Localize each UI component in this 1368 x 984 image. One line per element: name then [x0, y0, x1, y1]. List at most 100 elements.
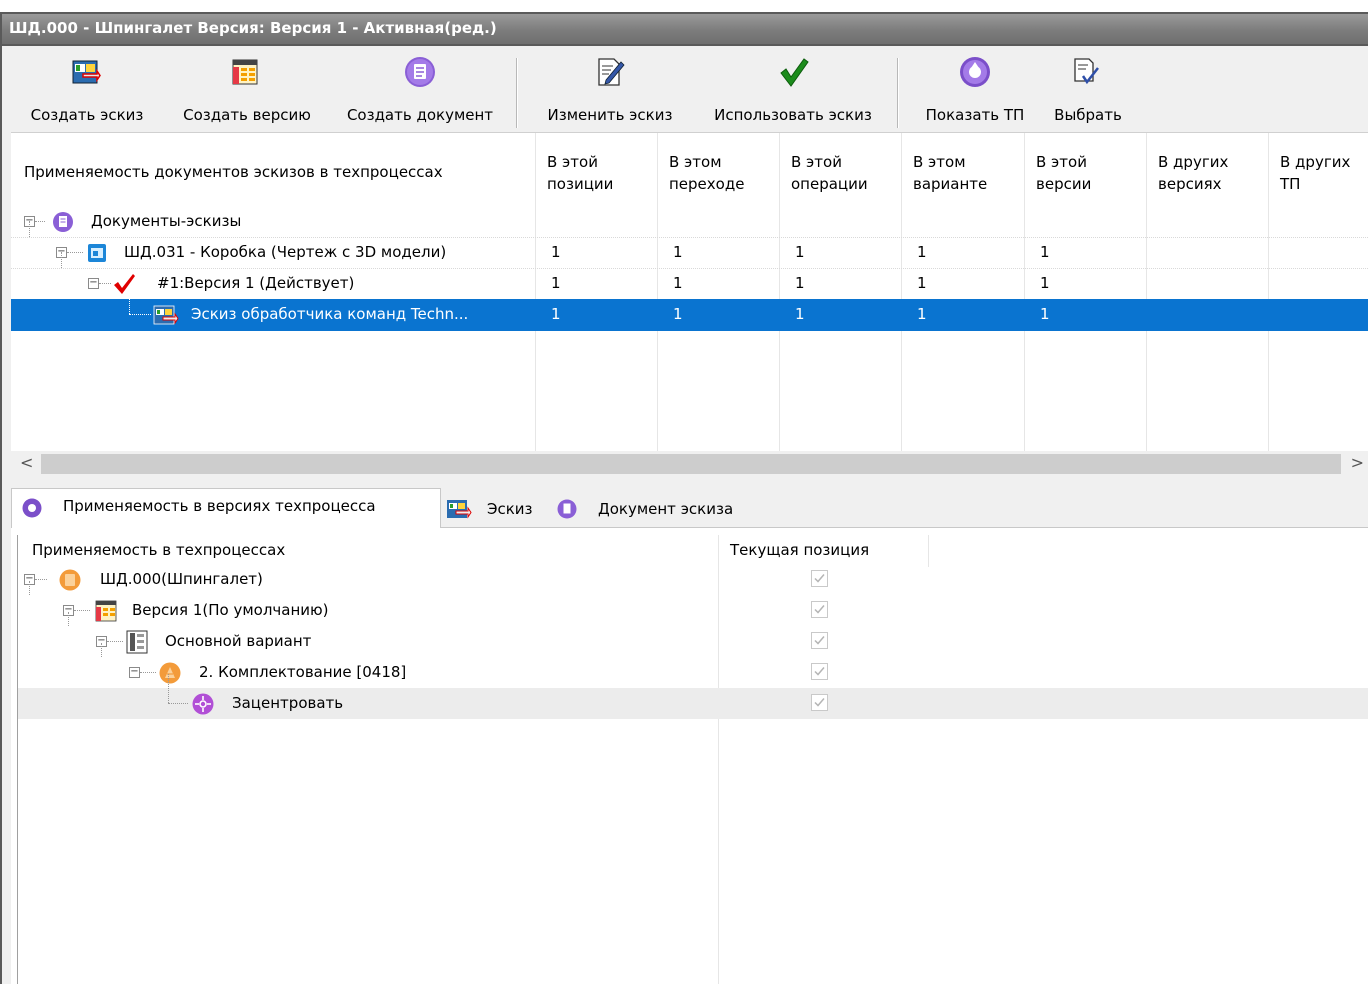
operation-icon — [159, 662, 181, 684]
tab-sketch-document[interactable]: Документ эскиза — [551, 492, 759, 526]
use-sketch-button[interactable]: Использовать эскиз — [695, 46, 891, 132]
create-sketch-label: Создать эскиз — [30, 106, 144, 124]
window-title-bar: ШД.000 - Шпингалет Версия: Версия 1 - Ак… — [0, 12, 1368, 46]
edit-sketch-button[interactable]: Изменить эскиз — [531, 46, 689, 132]
version-create-icon — [232, 59, 258, 85]
tree-row-tp[interactable]: − ШД.000(Шпингалет) — [18, 564, 1368, 595]
cell-value: 1 — [1040, 243, 1050, 261]
create-document-label: Создать документ — [346, 106, 494, 124]
tree-connector — [67, 252, 83, 253]
window-title: ШД.000 - Шпингалет Версия: Версия 1 - Ак… — [9, 19, 497, 37]
cell-value: 1 — [795, 305, 805, 323]
cell-value: 1 — [673, 305, 683, 323]
scroll-left-icon[interactable]: < — [20, 453, 33, 472]
tree-label: Зацентровать — [232, 694, 344, 712]
document-create-icon — [405, 57, 435, 87]
tab-applicability-versions[interactable]: Применяемость в версиях техпроцесса — [11, 488, 441, 528]
tree-row-sketch-selected[interactable]: Эскиз обработчика команд Techn... 1 1 1 … — [11, 299, 1368, 331]
cell-value: 1 — [551, 305, 561, 323]
column-header-applicability[interactable]: Применяемость документов эскизов в техпр… — [11, 133, 535, 205]
tree-connector — [61, 252, 62, 268]
tree-connector — [74, 610, 90, 611]
tree-row-sketch-documents[interactable]: − Документы-эскизы — [11, 206, 1368, 238]
show-tp-button[interactable]: Показать ТП — [911, 46, 1039, 132]
tree-connector — [29, 221, 30, 237]
cell-value: 1 — [1040, 305, 1050, 323]
tab-strip: Применяемость в версиях техпроцесса Эски… — [11, 477, 1368, 528]
column-header-in-operation[interactable]: В этой операции — [779, 133, 901, 205]
toolbar: Создать эскиз Создать версию Создать док… — [11, 46, 1368, 133]
tree-connector — [99, 283, 111, 284]
cell-value: 1 — [551, 274, 561, 292]
transition-icon — [192, 693, 214, 715]
document-icon — [557, 499, 577, 519]
tab-sketch[interactable]: Эскиз — [442, 492, 550, 526]
cell-value: 1 — [673, 274, 683, 292]
cell-value: 1 — [551, 243, 561, 261]
current-position-checkbox[interactable] — [811, 601, 828, 618]
tree-connector — [129, 299, 130, 314]
cell-value: 1 — [673, 243, 683, 261]
select-icon — [1074, 58, 1099, 85]
current-position-checkbox[interactable] — [811, 694, 828, 711]
sketch-icon — [447, 500, 472, 519]
tree-row-version[interactable]: − Версия 1(По умолчанию) — [18, 581, 1368, 626]
document-group-icon — [53, 212, 73, 232]
window-left-edge — [0, 46, 11, 984]
toolbar-separator — [516, 58, 518, 128]
red-check-icon — [114, 274, 135, 294]
create-version-button[interactable]: Создать версию — [167, 46, 327, 132]
drawing-3d-icon — [88, 244, 106, 262]
tree-label: Версия 1(По умолчанию) — [132, 601, 329, 619]
select-button[interactable]: Выбрать — [1043, 46, 1133, 132]
horizontal-scrollbar[interactable]: < > — [11, 451, 1368, 477]
tree-connector — [140, 672, 156, 673]
tree-row-version[interactable]: − #1:Версия 1 (Действует) 1 1 1 1 1 — [11, 252, 1368, 300]
tree-connector — [107, 641, 123, 642]
tree-label: Основной вариант — [165, 632, 312, 650]
tree-connector — [29, 581, 30, 595]
scroll-right-icon[interactable]: > — [1351, 453, 1364, 472]
cell-value: 1 — [917, 274, 927, 292]
tree-row-variant[interactable]: − Основной вариант — [18, 612, 1368, 657]
tree-label: 2. Комплектование [0418] — [199, 663, 407, 681]
cell-value: 1 — [917, 243, 927, 261]
variant-icon — [126, 630, 148, 654]
cell-value: 1 — [1040, 274, 1050, 292]
cell-value: 1 — [795, 274, 805, 292]
scrollbar-thumb[interactable] — [41, 454, 1341, 474]
current-position-checkbox[interactable] — [811, 632, 828, 649]
tree-label: Эскиз обработчика команд Techn... — [191, 305, 469, 323]
column-header-other-versions[interactable]: В других версиях — [1146, 133, 1268, 205]
create-sketch-button[interactable]: Создать эскиз — [11, 46, 163, 132]
column-divider — [928, 535, 929, 567]
create-version-label: Создать версию — [183, 106, 311, 124]
toolbar-separator — [897, 58, 899, 128]
tree-row-operation[interactable]: − 2. Комплектование [0418] — [18, 643, 1368, 688]
column-header-current-position[interactable]: Текущая позиция — [730, 541, 869, 559]
tree-label: ШД.000(Шпингалет) — [100, 570, 263, 588]
tree-connector — [68, 612, 69, 626]
column-header-tp-applicability[interactable]: Применяемость в техпроцессах — [32, 541, 285, 559]
create-document-button[interactable]: Создать документ — [331, 46, 509, 132]
techprocess-icon — [59, 569, 81, 591]
column-header-other-tp[interactable]: В других ТП — [1268, 133, 1368, 205]
cell-value: 1 — [917, 305, 927, 323]
tree-row-transition[interactable]: Зацентровать — [18, 674, 1368, 719]
sketch-applicability-grid: Применяемость документов эскизов в техпр… — [11, 133, 1368, 451]
version-icon — [95, 600, 117, 622]
tree-connector — [101, 643, 102, 657]
tree-label: #1:Версия 1 (Действует) — [157, 274, 355, 292]
column-header-in-variant[interactable]: В этом варианте — [901, 133, 1024, 205]
collapse-toggle[interactable]: − — [88, 278, 99, 289]
tree-row-drawing[interactable]: − ШД.031 - Коробка (Чертеж с 3D модели) … — [11, 221, 1368, 269]
tree-connector — [168, 703, 188, 704]
current-position-checkbox[interactable] — [811, 663, 828, 680]
current-position-checkbox[interactable] — [811, 570, 828, 587]
column-header-in-position[interactable]: В этой позиции — [535, 133, 657, 205]
collapse-toggle[interactable]: − — [129, 667, 140, 678]
column-header-in-version[interactable]: В этой версии — [1024, 133, 1146, 205]
column-header-in-transition[interactable]: В этом переходе — [657, 133, 779, 205]
sketch-create-icon — [72, 60, 101, 84]
tree-connector — [35, 579, 47, 580]
